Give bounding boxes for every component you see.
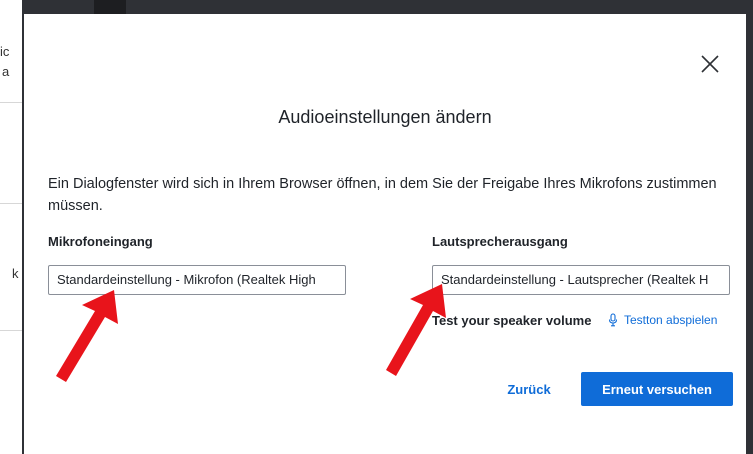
audio-settings-dialog: Audioeinstellungen ändern Ein Dialogfens… bbox=[24, 14, 746, 454]
annotation-arrow-icon bbox=[386, 284, 446, 376]
speaker-output-label: Lautsprecherausgang bbox=[432, 234, 568, 249]
back-button[interactable]: Zurück bbox=[498, 372, 560, 406]
speaker-select[interactable]: Standardeinstellung - Lautsprecher (Real… bbox=[432, 265, 730, 295]
close-button[interactable] bbox=[698, 52, 722, 76]
background-top-bar bbox=[24, 0, 753, 14]
close-icon bbox=[701, 55, 719, 73]
background-app-strip: ic a k bbox=[0, 0, 24, 454]
dialog-description: Ein Dialogfenster wird sich in Ihrem Bro… bbox=[48, 176, 717, 214]
annotation-arrow-icon bbox=[56, 290, 118, 382]
background-top-bar-notch bbox=[94, 0, 126, 14]
play-test-tone-link[interactable]: Testton abspielen bbox=[624, 313, 717, 327]
background-right-edge bbox=[746, 0, 753, 454]
dialog-title: Audioeinstellungen ändern bbox=[278, 107, 492, 127]
background-divider bbox=[0, 102, 22, 103]
microphone-icon bbox=[608, 313, 618, 327]
background-divider bbox=[0, 203, 22, 204]
background-divider bbox=[0, 330, 22, 331]
retry-button[interactable]: Erneut versuchen bbox=[581, 372, 733, 406]
background-text-fragment: ic bbox=[0, 44, 10, 59]
speaker-test-label: Test your speaker volume bbox=[432, 313, 592, 328]
microphone-input-label: Mikrofoneingang bbox=[48, 234, 153, 249]
background-text-fragment: a bbox=[2, 64, 10, 79]
